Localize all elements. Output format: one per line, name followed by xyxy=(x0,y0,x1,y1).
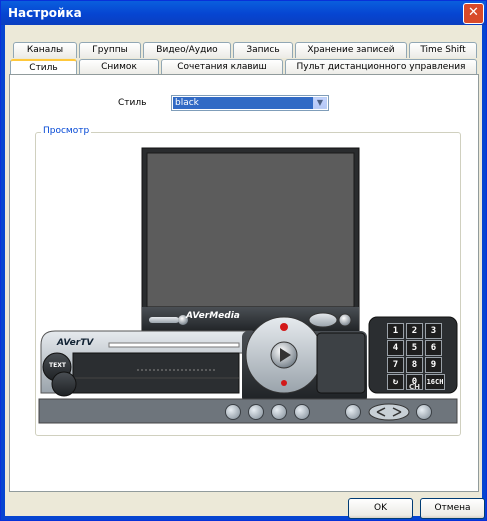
tab-video-audio[interactable]: Видео/Аудио xyxy=(143,42,231,58)
window-border-left xyxy=(1,25,5,520)
close-button[interactable]: ✕ xyxy=(463,3,484,24)
chevron-down-icon[interactable]: ▼ xyxy=(313,97,327,109)
style-select[interactable]: black ▼ xyxy=(171,95,329,111)
mini-close-button xyxy=(338,313,352,327)
tab-recordings-storage[interactable]: Хранение записей xyxy=(295,42,407,58)
tab-label: Группы xyxy=(92,45,128,55)
keypad-key-9[interactable]: 9 xyxy=(425,357,442,373)
tab-label: Time Shift xyxy=(420,45,466,55)
title-bar: Настройка ✕ xyxy=(1,1,486,25)
ok-button[interactable]: OK xyxy=(348,498,413,519)
keypad-recall-key[interactable]: ↻ xyxy=(387,374,404,390)
keypad-key-5[interactable]: 5 xyxy=(406,340,423,356)
window-border-bottom xyxy=(1,516,486,520)
tab-label: Пульт дистанционного управления xyxy=(296,62,466,72)
tab-label: Каналы xyxy=(26,45,64,55)
channel-label: CH xyxy=(409,383,420,391)
seek-bar xyxy=(108,342,240,348)
mute-icon[interactable] xyxy=(345,404,361,420)
info-panel xyxy=(72,352,240,394)
tab-snapshot[interactable]: Снимок xyxy=(79,59,159,75)
settings-button xyxy=(51,371,77,397)
text-button-label: TEXT xyxy=(49,362,66,369)
video-screen xyxy=(146,152,355,308)
tab-label: Видео/Аудио xyxy=(156,45,218,55)
tab-label: Хранение записей xyxy=(307,45,395,55)
keypad-key-2[interactable]: 2 xyxy=(406,323,423,339)
tab-label: Стиль xyxy=(29,63,58,73)
stop-icon[interactable] xyxy=(294,404,310,420)
tab-label: Сочетания клавиш xyxy=(177,62,267,72)
window-title: Настройка xyxy=(8,6,82,20)
keypad-key-16ch[interactable]: 16CH xyxy=(425,374,445,390)
record-top-button xyxy=(280,323,288,331)
preview-label: Просмотр xyxy=(41,126,92,136)
keypad-key-8[interactable]: 8 xyxy=(406,357,423,373)
zoom-toggle-button[interactable] xyxy=(367,402,411,422)
style-select-value: black xyxy=(173,97,313,109)
tab-hotkeys[interactable]: Сочетания клавиш xyxy=(161,59,283,75)
keypad-key-1[interactable]: 1 xyxy=(387,323,404,339)
snapshot-icon[interactable] xyxy=(225,404,241,420)
volume-slider-mini xyxy=(149,317,179,323)
tab-label: Снимок xyxy=(101,62,137,72)
keypad-key-7[interactable]: 7 xyxy=(387,357,404,373)
settings-window: Настройка ✕ Каналы Группы Видео/Аудио За… xyxy=(0,0,487,521)
tab-label: Запись xyxy=(246,45,280,55)
tab-record[interactable]: Запись xyxy=(233,42,293,58)
style-label: Стиль xyxy=(118,98,147,108)
keypad-key-4[interactable]: 4 xyxy=(387,340,404,356)
close-icon: ✕ xyxy=(468,5,479,20)
side-control-panel xyxy=(316,332,366,394)
window-border-right xyxy=(482,25,486,520)
keypad-key-3[interactable]: 3 xyxy=(425,323,442,339)
brand-logo: AVerMedia xyxy=(186,311,240,321)
help-icon[interactable] xyxy=(416,404,432,420)
calendar-icon[interactable] xyxy=(271,404,287,420)
zoom-button xyxy=(308,312,338,328)
tab-remote-control[interactable]: Пульт дистанционного управления xyxy=(285,59,477,75)
record-button xyxy=(281,380,287,386)
cancel-button[interactable]: Отмена xyxy=(420,498,485,519)
tab-time-shift[interactable]: Time Shift xyxy=(409,42,477,58)
music-icon[interactable] xyxy=(248,404,264,420)
tab-groups[interactable]: Группы xyxy=(79,42,141,58)
tab-channels[interactable]: Каналы xyxy=(13,42,77,58)
product-logo: AVerTV xyxy=(57,338,94,348)
keypad-key-6[interactable]: 6 xyxy=(425,340,442,356)
